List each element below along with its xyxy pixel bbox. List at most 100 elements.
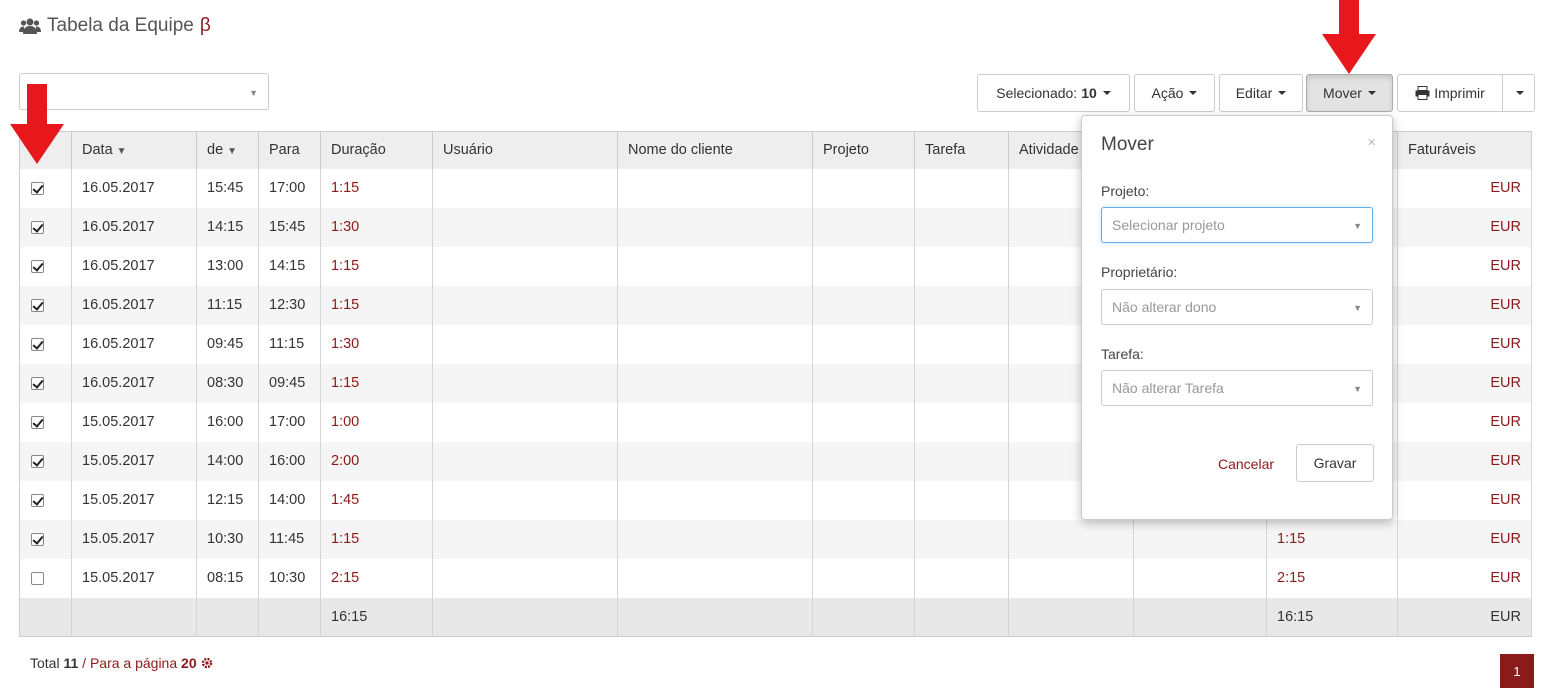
cell-duration: 1:15 bbox=[320, 246, 433, 286]
cell-customer bbox=[617, 324, 813, 364]
cell-customer bbox=[617, 285, 813, 325]
cell-date: 15.05.2017 bbox=[71, 480, 197, 520]
cell-task bbox=[914, 246, 1009, 286]
cell-user bbox=[432, 285, 618, 325]
cell-billable: EUR bbox=[1397, 402, 1532, 442]
cell-duration: 1:45 bbox=[320, 480, 433, 520]
row-checkbox[interactable] bbox=[19, 246, 72, 286]
cell-to: 10:30 bbox=[258, 558, 321, 598]
checkbox-icon[interactable] bbox=[31, 220, 44, 234]
cell-duration: 1:15 bbox=[320, 519, 433, 559]
cell-duration: 1:30 bbox=[320, 324, 433, 364]
page-title: Tabela da Equipe β bbox=[19, 15, 211, 37]
header-date[interactable]: Data ▼ bbox=[71, 131, 197, 169]
pagination-info: Total 11 / Para a página 20 bbox=[30, 655, 213, 671]
cell-col10 bbox=[1133, 519, 1267, 559]
move-button[interactable]: Mover bbox=[1306, 74, 1393, 112]
cell-date: 16.05.2017 bbox=[71, 285, 197, 325]
checkbox-icon[interactable] bbox=[31, 376, 44, 390]
task-placeholder: Não alterar Tarefa bbox=[1112, 380, 1224, 396]
cell-customer bbox=[617, 480, 813, 520]
checkbox-icon[interactable] bbox=[31, 259, 44, 273]
action-button[interactable]: Ação bbox=[1134, 74, 1215, 112]
per-page-link[interactable]: Para a página bbox=[90, 655, 177, 671]
cell-to: 11:15 bbox=[258, 324, 321, 364]
row-checkbox[interactable] bbox=[19, 207, 72, 247]
checkbox-icon[interactable] bbox=[31, 571, 44, 585]
arrow-annotation-left bbox=[10, 84, 64, 164]
action-label: Ação bbox=[1151, 85, 1184, 101]
close-icon[interactable]: × bbox=[1367, 134, 1376, 151]
selected-label: Selecionado: bbox=[996, 85, 1078, 101]
cell-duration-2: 1:15 bbox=[1266, 519, 1398, 559]
edit-button[interactable]: Editar bbox=[1219, 74, 1303, 112]
cell-to: 17:00 bbox=[258, 168, 321, 208]
cell-from: 16:00 bbox=[196, 402, 259, 442]
cancel-button[interactable]: Cancelar bbox=[1218, 456, 1274, 472]
row-checkbox[interactable] bbox=[19, 285, 72, 325]
row-checkbox[interactable] bbox=[19, 558, 72, 598]
row-checkbox[interactable] bbox=[19, 441, 72, 481]
header-task[interactable]: Tarefa bbox=[914, 131, 1009, 169]
print-button[interactable]: Imprimir bbox=[1397, 74, 1503, 112]
row-checkbox[interactable] bbox=[19, 402, 72, 442]
cell-from: 08:30 bbox=[196, 363, 259, 403]
row-checkbox[interactable] bbox=[19, 480, 72, 520]
total-cell: 16:15 bbox=[320, 597, 433, 637]
total-cell bbox=[432, 597, 618, 637]
popover-title: Mover bbox=[1101, 134, 1154, 155]
header-billable[interactable]: Faturáveis bbox=[1397, 131, 1532, 169]
gear-icon[interactable] bbox=[201, 657, 213, 669]
cell-task bbox=[914, 324, 1009, 364]
row-checkbox[interactable] bbox=[19, 324, 72, 364]
cell-user bbox=[432, 207, 618, 247]
print-dropdown-button[interactable] bbox=[1503, 74, 1535, 112]
cell-billable: EUR bbox=[1397, 285, 1532, 325]
cell-project bbox=[812, 246, 915, 286]
cell-billable: EUR bbox=[1397, 246, 1532, 286]
page-button-1[interactable]: 1 bbox=[1500, 654, 1534, 688]
cell-col10 bbox=[1133, 558, 1267, 598]
checkbox-icon[interactable] bbox=[31, 415, 44, 429]
move-popover: Mover × Projeto: Selecionar projeto ▼ Pr… bbox=[1081, 115, 1393, 520]
chevron-down-icon: ▼ bbox=[1353, 221, 1362, 231]
cell-user bbox=[432, 480, 618, 520]
cell-to: 14:00 bbox=[258, 480, 321, 520]
header-user[interactable]: Usuário bbox=[432, 131, 618, 169]
cell-to: 15:45 bbox=[258, 207, 321, 247]
checkbox-icon[interactable] bbox=[31, 454, 44, 468]
checkbox-icon[interactable] bbox=[31, 181, 44, 195]
header-from[interactable]: de ▼ bbox=[196, 131, 259, 169]
cell-task bbox=[914, 285, 1009, 325]
checkbox-icon[interactable] bbox=[31, 298, 44, 312]
save-button[interactable]: Gravar bbox=[1296, 444, 1374, 482]
header-customer[interactable]: Nome do cliente bbox=[617, 131, 813, 169]
cell-user bbox=[432, 246, 618, 286]
cell-to: 16:00 bbox=[258, 441, 321, 481]
table-total-row: 16:15 16:15 EUR bbox=[19, 597, 1532, 637]
cell-from: 09:45 bbox=[196, 324, 259, 364]
selected-button[interactable]: Selecionado: 10 bbox=[977, 74, 1130, 112]
per-page-count[interactable]: 20 bbox=[181, 655, 197, 671]
table-row[interactable]: 15.05.2017 08:15 10:30 2:15 2:15 EUR bbox=[19, 558, 1532, 598]
checkbox-icon[interactable] bbox=[31, 532, 44, 546]
owner-label: Proprietário: bbox=[1101, 264, 1178, 280]
owner-select[interactable]: Não alterar dono ▼ bbox=[1101, 289, 1373, 325]
cell-project bbox=[812, 285, 915, 325]
header-to[interactable]: Para bbox=[258, 131, 321, 169]
cell-from: 13:00 bbox=[196, 246, 259, 286]
row-checkbox[interactable] bbox=[19, 363, 72, 403]
task-select[interactable]: Não alterar Tarefa ▼ bbox=[1101, 370, 1373, 406]
row-checkbox[interactable] bbox=[19, 168, 72, 208]
header-duration[interactable]: Duração bbox=[320, 131, 433, 169]
checkbox-icon[interactable] bbox=[31, 337, 44, 351]
checkbox-icon[interactable] bbox=[31, 493, 44, 507]
table-row[interactable]: 15.05.2017 10:30 11:45 1:15 1:15 EUR bbox=[19, 519, 1532, 559]
cell-project bbox=[812, 519, 915, 559]
edit-label: Editar bbox=[1235, 85, 1273, 101]
cell-duration: 2:15 bbox=[320, 558, 433, 598]
cell-duration-2: 2:15 bbox=[1266, 558, 1398, 598]
project-select[interactable]: Selecionar projeto ▼ bbox=[1101, 207, 1373, 243]
row-checkbox[interactable] bbox=[19, 519, 72, 559]
header-project[interactable]: Projeto bbox=[812, 131, 915, 169]
